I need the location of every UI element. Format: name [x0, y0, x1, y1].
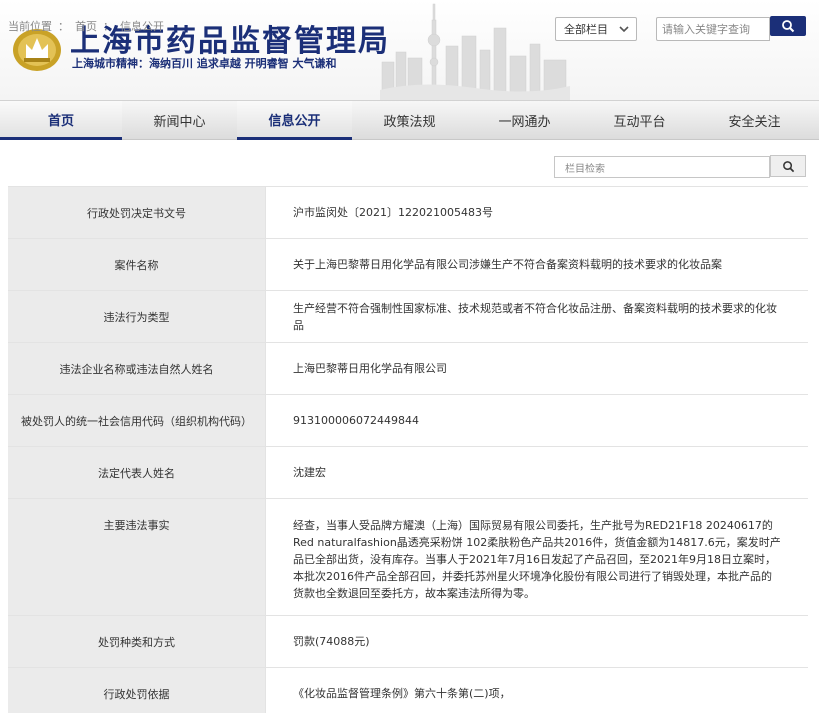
table-row: 违法企业名称或违法自然人姓名 上海巴黎蒂日用化学品有限公司 [8, 343, 808, 395]
site-header: 上海市药品监督管理局 上海城市精神：海纳百川 追求卓越 开明睿智 大气谦和 全部… [0, 0, 819, 100]
penalty-info-table: 行政处罚决定书文号 沪市监闵处〔2021〕122021005483号 案件名称 … [8, 186, 808, 713]
row-value: 经查，当事人受品牌方耀澳（上海）国际贸易有限公司委托，生产批号为RED21F18… [266, 499, 808, 615]
table-row: 违法行为类型 生产经营不符合强制性国家标准、技术规范或者不符合化妆品注册、备案资… [8, 291, 808, 343]
row-label: 主要违法事实 [8, 499, 266, 615]
breadcrumb-arrow: ： [103, 20, 114, 33]
breadcrumb-home-link[interactable]: 首页 [75, 20, 97, 33]
site-search-input[interactable]: 请输入关键字查询 [656, 17, 770, 41]
search-icon [782, 20, 795, 33]
row-label: 处罚种类和方式 [8, 616, 266, 667]
row-label: 违法企业名称或违法自然人姓名 [8, 343, 266, 394]
nav-item-news[interactable]: 新闻中心 [122, 101, 237, 140]
row-value: 上海巴黎蒂日用化学品有限公司 [266, 343, 808, 394]
row-label: 行政处罚依据 [8, 668, 266, 713]
row-label: 行政处罚决定书文号 [8, 187, 266, 238]
row-value: 沪市监闵处〔2021〕122021005483号 [266, 187, 808, 238]
column-search-button[interactable] [770, 155, 806, 177]
main-nav: 首页 新闻中心 信息公开 政策法规 一网通办 互动平台 安全关注 [0, 100, 819, 140]
nav-item-policy[interactable]: 政策法规 [352, 101, 467, 140]
breadcrumb-sep: ： [58, 20, 69, 33]
row-label: 法定代表人姓名 [8, 447, 266, 498]
row-value: 关于上海巴黎蒂日用化学品有限公司涉嫌生产不符合备案资料载明的技术要求的化妆品案 [266, 239, 808, 290]
city-slogan: 上海城市精神：海纳百川 追求卓越 开明睿智 大气谦和 [72, 57, 337, 70]
row-label: 案件名称 [8, 239, 266, 290]
table-row: 行政处罚决定书文号 沪市监闵处〔2021〕122021005483号 [8, 187, 808, 239]
row-label: 违法行为类型 [8, 291, 266, 342]
row-value: 《化妆品监督管理条例》第六十条第(二)项， [266, 668, 808, 713]
breadcrumb-prefix: 当前位置 [8, 20, 52, 33]
table-row: 案件名称 关于上海巴黎蒂日用化学品有限公司涉嫌生产不符合备案资料载明的技术要求的… [8, 239, 808, 291]
nav-item-info-disclosure[interactable]: 信息公开 [237, 101, 352, 140]
city-skyline-image [380, 3, 570, 100]
row-label: 被处罚人的统一社会信用代码（组织机构代码） [8, 395, 266, 446]
row-value: 沈建宏 [266, 447, 808, 498]
site-search-placeholder: 请输入关键字查询 [662, 23, 750, 36]
category-select-value: 全部栏目 [564, 23, 608, 36]
breadcrumb-current[interactable]: 信息公开 [120, 20, 164, 33]
column-search-input[interactable]: 栏目检索 [554, 156, 770, 178]
table-row: 行政处罚依据 《化妆品监督管理条例》第六十条第(二)项， [8, 668, 808, 713]
row-value: 913100006072449844 [266, 395, 808, 446]
category-select[interactable]: 全部栏目 [555, 17, 637, 41]
table-row: 法定代表人姓名 沈建宏 [8, 447, 808, 499]
nav-item-interaction[interactable]: 互动平台 [582, 101, 697, 140]
column-search-placeholder: 栏目检索 [565, 163, 605, 175]
row-value: 生产经营不符合强制性国家标准、技术规范或者不符合化妆品注册、备案资料载明的技术要… [266, 291, 808, 342]
table-row: 处罚种类和方式 罚款(74088元) [8, 616, 808, 668]
table-row: 被处罚人的统一社会信用代码（组织机构代码） 913100006072449844 [8, 395, 808, 447]
nav-item-safety[interactable]: 安全关注 [697, 101, 812, 140]
search-icon [782, 160, 794, 172]
row-value: 罚款(74088元) [266, 616, 808, 667]
chevron-down-icon [619, 26, 629, 33]
nav-item-one-stop[interactable]: 一网通办 [467, 101, 582, 140]
breadcrumb: 当前位置 ： 首页 ： 信息公开 [8, 18, 170, 34]
table-row: 主要违法事实 经查，当事人受品牌方耀澳（上海）国际贸易有限公司委托，生产批号为R… [8, 499, 808, 616]
nav-item-home[interactable]: 首页 [0, 101, 122, 140]
site-search-button[interactable] [770, 16, 806, 36]
